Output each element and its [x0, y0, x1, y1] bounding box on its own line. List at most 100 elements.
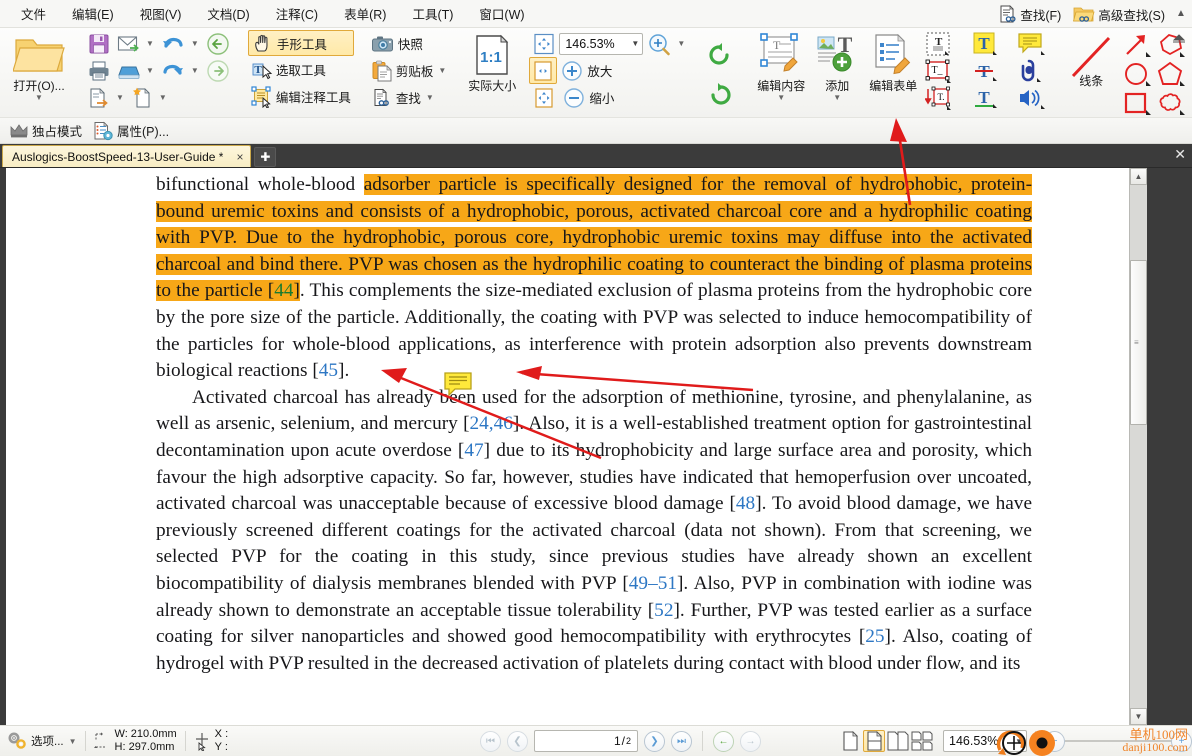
- fit-width-button[interactable]: [529, 57, 558, 84]
- clipboard-dropdown-icon[interactable]: ▼: [436, 66, 446, 75]
- reference-link[interactable]: 49–51: [629, 573, 677, 594]
- new-tab-button[interactable]: ✚: [254, 147, 277, 167]
- scrollbar-track[interactable]: ≡: [1130, 185, 1147, 708]
- text-field-tool-button[interactable]: T: [922, 30, 954, 57]
- close-tab-icon[interactable]: ×: [233, 150, 246, 164]
- scroll-down-button[interactable]: ▼: [1130, 708, 1147, 725]
- options-button[interactable]: 选项... ▼: [6, 730, 77, 752]
- page-number-input[interactable]: 1/2: [534, 730, 638, 752]
- reference-link[interactable]: 47: [464, 440, 483, 461]
- zoom-combobox[interactable]: 146.53% ▼: [559, 32, 644, 55]
- undo-dropdown-icon[interactable]: ▼: [189, 39, 199, 48]
- actual-size-button[interactable]: 1:1 实际大小: [463, 30, 521, 117]
- clipboard-button[interactable]: 剪贴板 ▼: [368, 57, 449, 84]
- rotate-left-button[interactable]: [702, 34, 738, 74]
- go-forward-button[interactable]: →: [740, 730, 761, 752]
- edit-content-button[interactable]: T 编辑内容 ▼: [752, 30, 810, 117]
- reference-link[interactable]: 52: [654, 600, 673, 621]
- export-button[interactable]: ▼: [84, 84, 127, 111]
- reference-link[interactable]: 24,46: [470, 413, 513, 434]
- ribbon-find-button[interactable]: 查找 ▼: [368, 84, 449, 111]
- last-page-button[interactable]: ⏭: [671, 730, 692, 752]
- export-dropdown-icon[interactable]: ▼: [114, 93, 124, 102]
- zoom-tool-button[interactable]: ▼: [643, 30, 688, 57]
- file-attachment-button[interactable]: [1014, 57, 1048, 84]
- fit-visible-button[interactable]: [529, 84, 559, 111]
- callout-tool-button[interactable]: T.: [922, 84, 954, 111]
- close-document-icon[interactable]: ✕: [1174, 147, 1186, 161]
- scroll-up-button[interactable]: ▲: [1130, 168, 1147, 185]
- zoom-tool-dropdown-icon[interactable]: ▼: [675, 39, 685, 48]
- text-box-tool-button[interactable]: T_: [922, 57, 954, 84]
- ribbon-find-dropdown-icon[interactable]: ▼: [424, 93, 434, 102]
- edit-comment-tool-button[interactable]: 编辑注释工具: [248, 83, 354, 110]
- previous-page-button[interactable]: ❮: [507, 730, 528, 752]
- undo-button[interactable]: ▼: [157, 30, 202, 57]
- ellipse-tool-button[interactable]: [1120, 60, 1154, 87]
- reference-link[interactable]: 44: [274, 280, 294, 302]
- fit-page-button[interactable]: [529, 30, 559, 57]
- zoom-out-button[interactable]: 缩小: [559, 84, 617, 111]
- scrollbar-thumb[interactable]: ≡: [1130, 260, 1147, 425]
- new-document-button[interactable]: ▼: [127, 84, 170, 111]
- add-button[interactable]: T 添加 ▼: [810, 30, 864, 117]
- highlight-text-button[interactable]: T: [968, 30, 1000, 57]
- edit-content-dropdown-icon[interactable]: ▼: [777, 94, 785, 102]
- reference-link[interactable]: 48: [736, 493, 755, 514]
- edit-form-button[interactable]: 编辑表单: [864, 30, 922, 117]
- document-viewport[interactable]: bifunctional whole-blood adsorber partic…: [0, 168, 1192, 725]
- rectangle-tool-button[interactable]: [1120, 89, 1154, 116]
- menu-view[interactable]: 视图(V): [127, 0, 195, 27]
- options-dropdown-icon[interactable]: ▼: [67, 737, 77, 746]
- hand-tool-button[interactable]: 手形工具: [247, 30, 354, 56]
- previous-view-button[interactable]: [202, 30, 234, 57]
- new-document-dropdown-icon[interactable]: ▼: [157, 93, 167, 102]
- menu-comment[interactable]: 注释(C): [263, 0, 331, 27]
- open-button[interactable]: 打开(O)... ▼: [8, 30, 70, 117]
- menu-window[interactable]: 窗口(W): [466, 0, 537, 27]
- zoom-dropdown-icon[interactable]: ▼: [631, 39, 639, 48]
- find-button[interactable]: 查找(F): [992, 2, 1066, 26]
- menu-document[interactable]: 文档(D): [194, 0, 262, 27]
- menu-edit[interactable]: 编辑(E): [59, 0, 127, 27]
- scan-button[interactable]: ▼: [114, 57, 157, 84]
- cloud-tool-button[interactable]: [1154, 89, 1188, 116]
- menu-file[interactable]: 文件: [8, 0, 59, 27]
- line-tool-button[interactable]: 线条: [1062, 30, 1120, 117]
- vertical-scrollbar[interactable]: ▲ ≡ ▼: [1129, 168, 1147, 725]
- email-dropdown-icon[interactable]: ▼: [144, 39, 154, 48]
- select-tool-button[interactable]: T 选取工具: [248, 56, 354, 83]
- underline-text-button[interactable]: T: [968, 84, 1000, 111]
- grid-view-button[interactable]: [911, 730, 933, 752]
- rotate-right-button[interactable]: [702, 74, 738, 114]
- email-button[interactable]: ▼: [114, 30, 157, 57]
- document-tab[interactable]: Auslogics-BoostSpeed-13-User-Guide * ×: [2, 145, 252, 167]
- reference-link[interactable]: 25: [865, 626, 884, 647]
- print-button[interactable]: [84, 57, 114, 84]
- exclusive-mode-button[interactable]: 独占模式: [6, 117, 85, 144]
- menu-tools[interactable]: 工具(T): [399, 0, 466, 27]
- pentagon-tool-button[interactable]: [1154, 60, 1188, 87]
- reference-link[interactable]: 45: [319, 360, 338, 381]
- go-back-button[interactable]: ←: [713, 730, 734, 752]
- collapse-ribbon-icon[interactable]: ▲: [1174, 7, 1188, 21]
- zoom-in-button[interactable]: 放大: [557, 57, 615, 84]
- sound-annotation-button[interactable]: [1014, 84, 1048, 111]
- ribbon-collapse-icon[interactable]: [1172, 32, 1186, 50]
- next-page-button[interactable]: ❯: [644, 730, 665, 752]
- next-view-button[interactable]: [202, 57, 234, 84]
- properties-button[interactable]: 属性(P)...: [89, 117, 172, 144]
- sticky-note-button[interactable]: [1014, 30, 1048, 57]
- continuous-view-button[interactable]: [863, 730, 885, 752]
- arrow-tool-button[interactable]: [1120, 31, 1154, 58]
- redo-dropdown-icon[interactable]: ▼: [189, 66, 199, 75]
- advanced-find-button[interactable]: 高级查找(S): [1068, 2, 1170, 26]
- single-page-view-button[interactable]: [839, 730, 861, 752]
- snapshot-button[interactable]: 快照: [368, 30, 449, 57]
- first-page-button[interactable]: ⏮: [480, 730, 501, 752]
- two-page-view-button[interactable]: [887, 730, 909, 752]
- add-dropdown-icon[interactable]: ▼: [833, 94, 841, 102]
- redo-button[interactable]: ▼: [157, 57, 202, 84]
- scan-dropdown-icon[interactable]: ▼: [144, 66, 154, 75]
- save-button[interactable]: [84, 30, 114, 57]
